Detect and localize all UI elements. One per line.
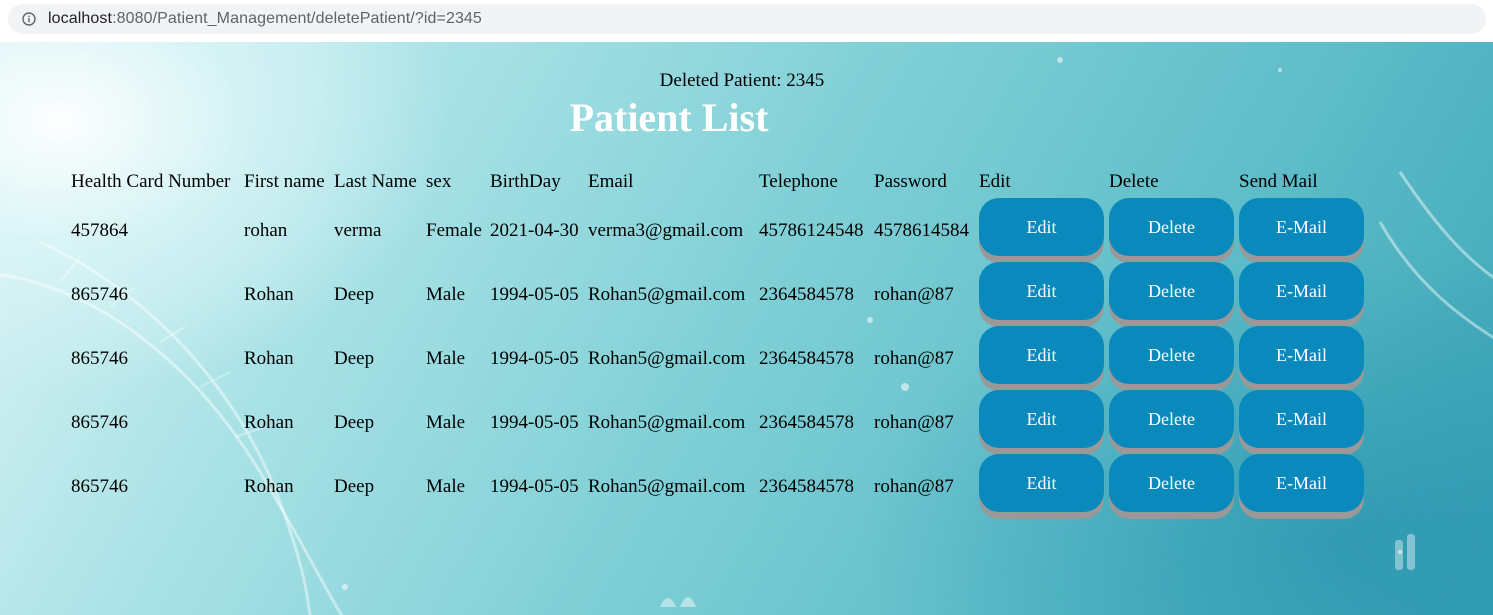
deleted-message: Deleted Patient: 2345 [659,70,825,91]
cell-telephone: 2364584578 [759,476,854,497]
cell-health-card: 865746 [71,412,128,433]
header-birthday: BirthDay [490,171,561,192]
cell-birthday: 1994-05-05 [490,284,579,305]
table-row: 865746 Rohan Deep Male 1994-05-05 Rohan5… [70,390,1366,454]
cell-first-name: Rohan [244,412,294,433]
header-health-card: Health Card Number [71,171,231,192]
header-send-mail: Send Mail [1239,171,1318,192]
cell-health-card: 865746 [71,348,128,369]
cell-password: rohan@87 [874,284,954,305]
cell-delete: Delete [1108,198,1236,262]
cell-mail: E-Mail [1238,262,1366,326]
url-field[interactable]: localhost:8080/Patient_Management/delete… [8,4,1486,34]
cell-edit: Edit [978,262,1106,326]
cell-edit: Edit [978,326,1106,390]
cell-birthday: 2021-04-30 [490,220,579,241]
cell-mail: E-Mail [1238,326,1366,390]
cell-delete: Delete [1108,262,1236,326]
table-row: 865746 Rohan Deep Male 1994-05-05 Rohan5… [70,454,1366,518]
table-row: 865746 Rohan Deep Male 1994-05-05 Rohan5… [70,326,1366,390]
cell-birthday: 1994-05-05 [490,412,579,433]
cell-first-name: Rohan [244,348,294,369]
cell-birthday: 1994-05-05 [490,476,579,497]
cell-password: 4578614584 [874,220,969,241]
url-host: localhost [48,10,113,27]
cell-password: rohan@87 [874,348,954,369]
page-title: Patient List [569,95,769,140]
header-first-name: First name [244,171,325,192]
browser-address-bar: localhost:8080/Patient_Management/delete… [0,0,1493,43]
cell-sex: Male [426,348,466,369]
edit-button[interactable]: Edit [979,326,1104,384]
cell-health-card: 865746 [71,284,128,305]
cell-edit: Edit [978,454,1106,518]
edit-button[interactable]: Edit [979,390,1104,448]
edit-button[interactable]: Edit [979,262,1104,320]
cell-mail: E-Mail [1238,198,1366,262]
header-last-name: Last Name [334,171,417,192]
cell-mail: E-Mail [1238,390,1366,454]
cell-delete: Delete [1108,390,1236,454]
page-body: Deleted Patient: 2345 Patient List Healt… [0,42,1493,615]
cell-mail: E-Mail [1238,454,1366,518]
cell-email: Rohan5@gmail.com [588,284,746,305]
edit-button[interactable]: Edit [979,198,1104,256]
delete-button[interactable]: Delete [1109,198,1234,256]
cell-last-name: Deep [334,348,375,369]
cell-telephone: 2364584578 [759,412,854,433]
cell-first-name: Rohan [244,284,294,305]
delete-button[interactable]: Delete [1109,326,1234,384]
cell-sex: Male [426,412,466,433]
cell-delete: Delete [1108,326,1236,390]
cell-health-card: 865746 [71,476,128,497]
header-password: Password [874,171,947,192]
header-telephone: Telephone [759,171,838,192]
cell-first-name: rohan [244,220,288,241]
cell-sex: Male [426,284,466,305]
cell-email: verma3@gmail.com [588,220,744,241]
url-text: localhost:8080/Patient_Management/delete… [48,10,482,28]
cell-password: rohan@87 [874,412,954,433]
cell-email: Rohan5@gmail.com [588,348,746,369]
url-path: :8080/Patient_Management/deletePatient/?… [112,10,482,27]
header-email: Email [588,171,634,192]
table-row: 865746 Rohan Deep Male 1994-05-05 Rohan5… [70,262,1366,326]
email-button[interactable]: E-Mail [1239,454,1364,512]
cell-telephone: 2364584578 [759,284,854,305]
cell-telephone: 45786124548 [759,220,864,241]
cell-edit: Edit [978,390,1106,454]
cell-sex: Male [426,476,466,497]
header-delete: Delete [1109,171,1159,192]
cell-last-name: verma [334,220,382,241]
header-sex: sex [426,171,452,192]
cell-password: rohan@87 [874,476,954,497]
delete-button[interactable]: Delete [1109,454,1234,512]
edit-button[interactable]: Edit [979,454,1104,512]
cell-health-card: 457864 [71,220,128,241]
cell-edit: Edit [978,198,1106,262]
cell-email: Rohan5@gmail.com [588,476,746,497]
table-header-row: Health Card Number First name Last Name … [70,166,1366,198]
info-icon[interactable] [22,12,36,26]
email-button[interactable]: E-Mail [1239,262,1364,320]
header-edit: Edit [979,171,1011,192]
cell-last-name: Deep [334,476,375,497]
cell-first-name: Rohan [244,476,294,497]
table-row: 457864 rohan verma Female 2021-04-30 ver… [70,198,1366,262]
patient-table: Health Card Number First name Last Name … [68,164,1368,520]
email-button[interactable]: E-Mail [1239,198,1364,256]
delete-button[interactable]: Delete [1109,262,1234,320]
email-button[interactable]: E-Mail [1239,390,1364,448]
cell-sex: Female [426,220,482,241]
email-button[interactable]: E-Mail [1239,326,1364,384]
cell-last-name: Deep [334,412,375,433]
cell-email: Rohan5@gmail.com [588,412,746,433]
cell-last-name: Deep [334,284,375,305]
delete-button[interactable]: Delete [1109,390,1234,448]
cell-birthday: 1994-05-05 [490,348,579,369]
cell-telephone: 2364584578 [759,348,854,369]
cell-delete: Delete [1108,454,1236,518]
